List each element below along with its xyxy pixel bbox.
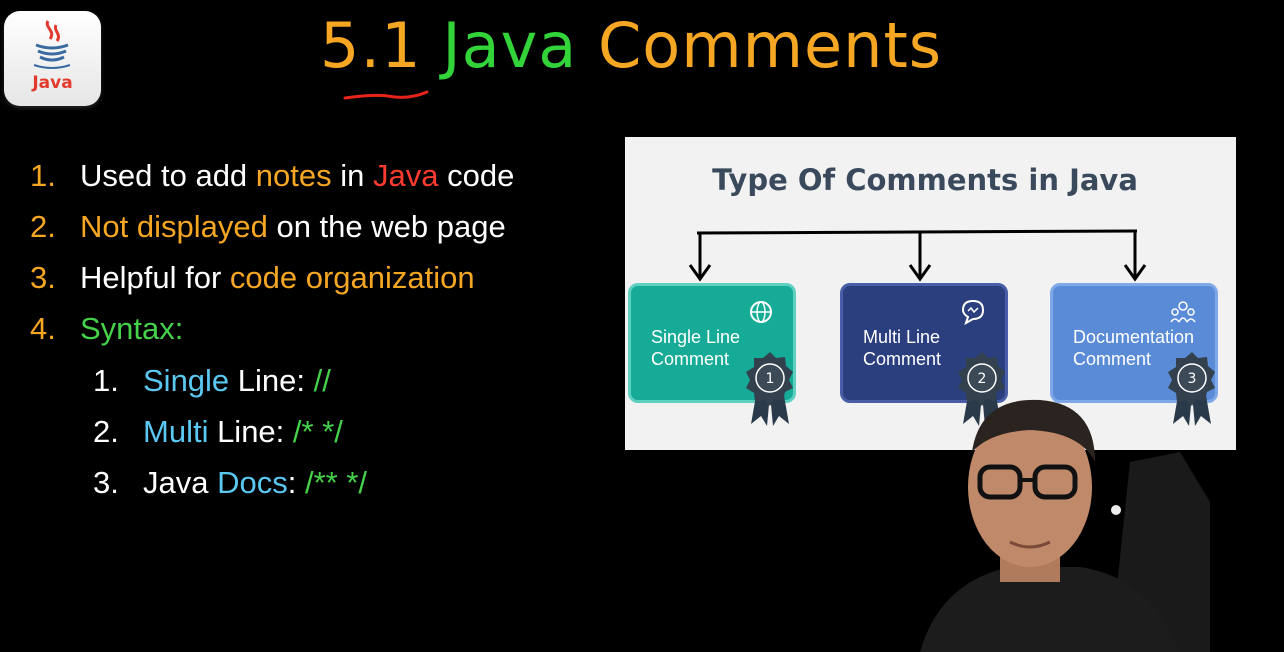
- documentation-comment-card: Documentation Comment 3: [1050, 283, 1218, 426]
- red-underline-mark: [343, 90, 429, 100]
- title-word-java: Java: [442, 9, 578, 82]
- list-text: Line:: [208, 414, 293, 449]
- title-number: 5.1: [320, 9, 422, 82]
- list-highlight: Single: [143, 363, 230, 398]
- list-text: Used to add: [80, 158, 256, 193]
- java-logo: Java: [4, 11, 101, 106]
- syntax-code: //: [313, 363, 331, 398]
- list-text: Java: [143, 465, 218, 500]
- list-number: 3.: [30, 260, 56, 295]
- ribbon-badge-icon: 1: [746, 352, 793, 426]
- badge-number: 1: [766, 371, 775, 387]
- list-number: 1.: [30, 158, 56, 193]
- list-highlight: Not displayed: [80, 209, 268, 244]
- list-text: code: [438, 158, 515, 193]
- list-text: Helpful for: [80, 260, 230, 295]
- page-title: 5.1 Java Comments: [320, 6, 942, 86]
- presenter-webcam: [920, 399, 1210, 652]
- list-text: :: [287, 465, 305, 500]
- list-text: Line:: [229, 363, 314, 398]
- logo-label: Java: [32, 73, 73, 93]
- badge-number: 2: [978, 371, 987, 387]
- list-highlight: Multi: [143, 414, 209, 449]
- title-word-comments: Comments: [598, 9, 943, 82]
- list-number: 3.: [93, 465, 119, 500]
- list-number: 4.: [30, 311, 56, 346]
- card-label: Multi Line Comment: [863, 327, 942, 369]
- single-line-comment-card: Single Line Comment 1: [628, 283, 796, 426]
- card-label: Single Line Comment: [651, 327, 741, 369]
- list-highlight: Java: [373, 158, 439, 193]
- list-text: in: [331, 158, 373, 193]
- syntax-code: /* */: [292, 414, 343, 449]
- list-highlight: Docs: [217, 465, 288, 500]
- multi-line-comment-card: Multi Line Comment 2: [840, 283, 1008, 426]
- people-icon: [1170, 301, 1196, 323]
- list-highlight: notes: [255, 158, 332, 193]
- chat-bubble-icon: [961, 299, 985, 326]
- list-number: 1.: [93, 363, 119, 398]
- badge-number: 3: [1188, 371, 1197, 387]
- list-highlight: Syntax:: [80, 311, 184, 346]
- list-highlight: code organization: [229, 260, 475, 295]
- list-text: on the web page: [267, 209, 506, 244]
- list-number: 2.: [30, 209, 56, 244]
- syntax-code: /** */: [304, 465, 368, 500]
- list-number: 2.: [93, 414, 119, 449]
- globe-icon: [750, 301, 772, 323]
